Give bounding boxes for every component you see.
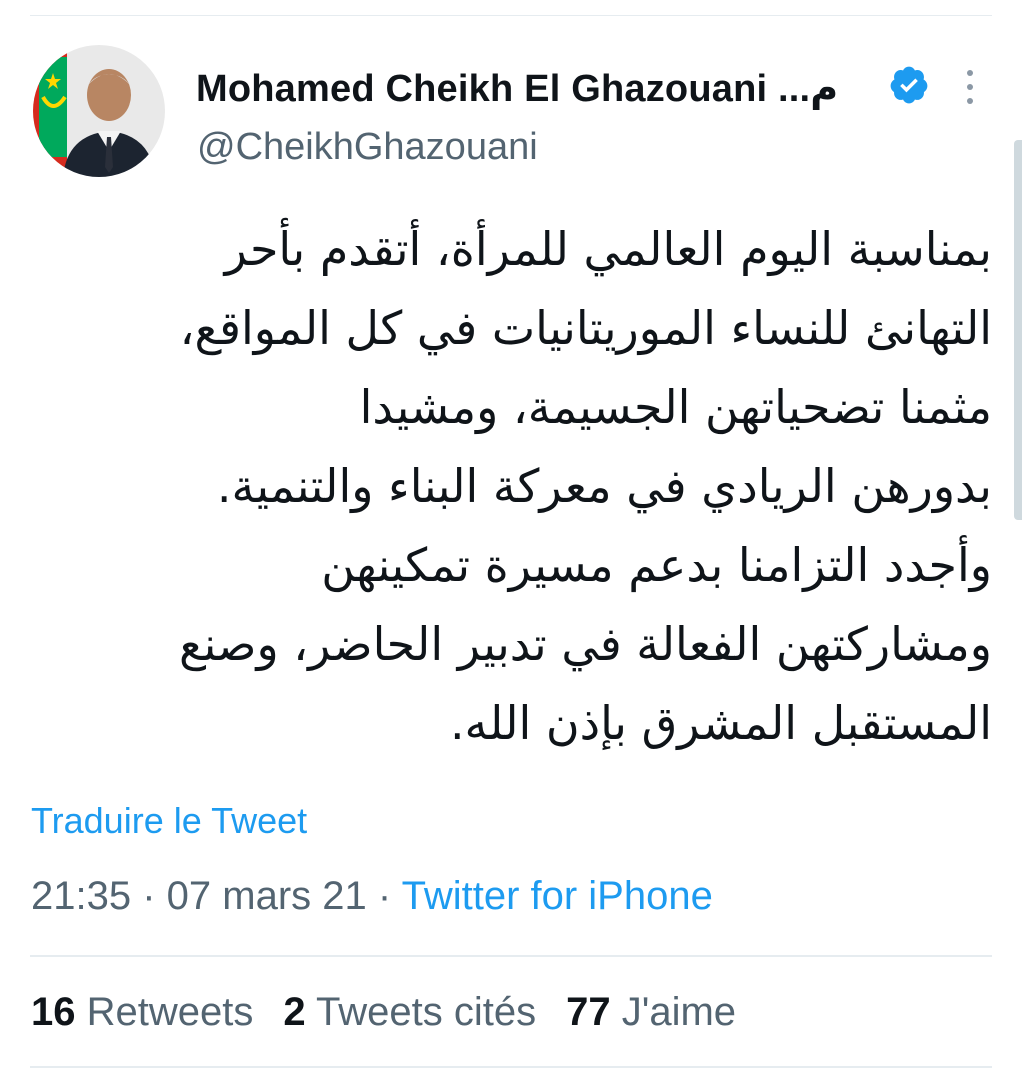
tweet-text-line: بدورهن الريادي في معركة البناء والتنمية. bbox=[216, 459, 992, 513]
top-divider bbox=[30, 15, 992, 16]
retweets-label: Retweets bbox=[86, 990, 254, 1034]
likes-stat[interactable]: 77 J'aime bbox=[566, 990, 736, 1035]
tweet-text: بمناسبة اليوم العالمي للمرأة، أتقدم بأحر… bbox=[30, 210, 992, 763]
scrollbar[interactable] bbox=[1014, 140, 1022, 520]
author-display-name[interactable]: Mohamed Cheikh El Ghazouani ...م bbox=[196, 66, 838, 111]
tweet-text-line: المستقبل المشرق بإذن الله. bbox=[449, 696, 992, 750]
retweets-stat[interactable]: 16 Retweets bbox=[31, 990, 253, 1035]
author-name-row[interactable]: Mohamed Cheikh El Ghazouani ...م bbox=[196, 58, 838, 118]
quotes-count: 2 bbox=[283, 990, 306, 1034]
tweet-source-link[interactable]: Twitter for iPhone bbox=[402, 874, 713, 918]
tweet-meta: 21:35 · 07 mars 21 · Twitter for iPhone bbox=[31, 874, 713, 919]
tweet-date[interactable]: 07 mars 21 bbox=[167, 874, 367, 918]
more-options-icon[interactable] bbox=[958, 66, 982, 108]
meta-separator: · bbox=[131, 874, 167, 918]
more-dot bbox=[967, 70, 973, 76]
tweet-text-line: ومشاركتهن الفعالة في تدبير الحاضر، وصنع bbox=[179, 617, 992, 671]
tweet-text-line: التهانئ للنساء الموريتانيات في كل المواق… bbox=[179, 301, 992, 355]
translate-tweet-link[interactable]: Traduire le Tweet bbox=[31, 800, 307, 842]
likes-label: J'aime bbox=[621, 990, 737, 1034]
tweet-text-line: بمناسبة اليوم العالمي للمرأة، أتقدم بأحر bbox=[224, 222, 992, 276]
quotes-stat[interactable]: 2 Tweets cités bbox=[283, 990, 536, 1035]
retweets-count: 16 bbox=[31, 990, 76, 1034]
tweet-time[interactable]: 21:35 bbox=[31, 874, 131, 918]
more-dot bbox=[967, 98, 973, 104]
author-handle[interactable]: @CheikhGhazouani bbox=[197, 126, 538, 169]
bottom-divider bbox=[30, 1066, 992, 1068]
meta-separator: · bbox=[366, 874, 402, 918]
tweet-text-line: وأجدد التزامنا بدعم مسيرة تمكينهن bbox=[321, 538, 992, 592]
quotes-label: Tweets cités bbox=[316, 990, 537, 1034]
stats-divider bbox=[30, 955, 992, 957]
tweet-text-line: مثمنا تضحياتهن الجسيمة، ومشيدا bbox=[359, 380, 992, 434]
tweet-stats: 16 Retweets 2 Tweets cités 77 J'aime bbox=[31, 990, 736, 1035]
likes-count: 77 bbox=[566, 990, 611, 1034]
more-dot bbox=[967, 84, 973, 90]
profile-photo-icon[interactable] bbox=[33, 45, 165, 177]
verified-badge-icon bbox=[888, 64, 930, 106]
